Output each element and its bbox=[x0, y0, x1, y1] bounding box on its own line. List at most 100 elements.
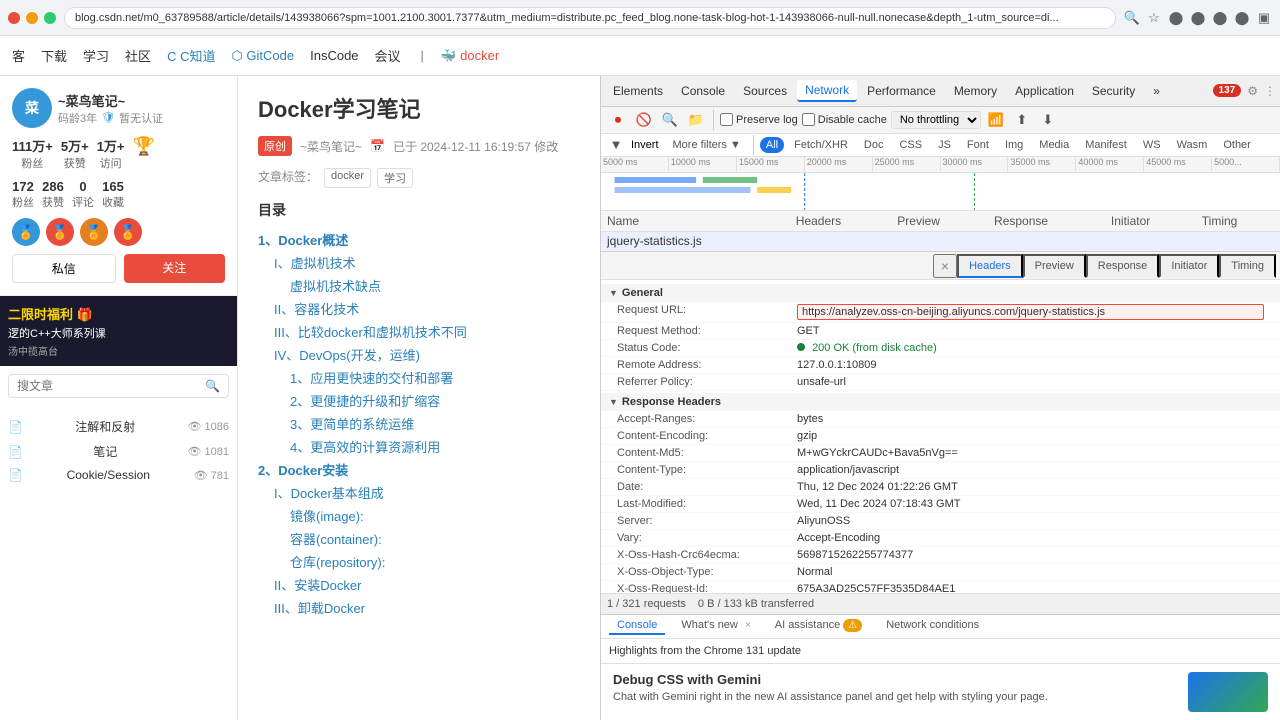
toc-item-1[interactable]: 1、Docker概述 bbox=[258, 228, 580, 251]
rh-val-9: Normal bbox=[797, 566, 1264, 578]
more-options-icon[interactable]: ⋮ bbox=[1264, 84, 1276, 98]
ext-icon-4[interactable]: ⬤ bbox=[1234, 10, 1250, 26]
filter-doc[interactable]: Doc bbox=[858, 137, 890, 153]
preserve-log-label[interactable]: Preserve log bbox=[720, 113, 798, 126]
toc-item-8[interactable]: 2、更便捷的升级和扩缩容 bbox=[258, 389, 580, 412]
rd-tab-headers[interactable]: Headers bbox=[957, 254, 1023, 278]
toc-item-3[interactable]: 虚拟机技术缺点 bbox=[258, 274, 580, 297]
toc-item-15[interactable]: 仓库(repository): bbox=[258, 550, 580, 573]
toc-item-9[interactable]: 3、更简单的系统运维 bbox=[258, 412, 580, 435]
filter-media[interactable]: Media bbox=[1033, 137, 1075, 153]
ext-icon-1[interactable]: ⬤ bbox=[1168, 10, 1184, 26]
toc-item-14[interactable]: 容器(container): bbox=[258, 527, 580, 550]
nav-item-docker[interactable]: 🐳 docker bbox=[440, 48, 499, 64]
bookmark-icon[interactable]: ☆ bbox=[1146, 10, 1162, 26]
response-headers-title[interactable]: ▼ Response Headers bbox=[601, 393, 1280, 411]
toc-item-6[interactable]: IV、DevOps(开发，运维) bbox=[258, 343, 580, 366]
stat-level: 🏆 bbox=[133, 136, 155, 171]
devtools-tab-security[interactable]: Security bbox=[1084, 81, 1143, 101]
disable-cache-label[interactable]: Disable cache bbox=[802, 113, 887, 126]
nav-item-guest[interactable]: 客 bbox=[12, 46, 25, 65]
toc-item-4[interactable]: II、容器化技术 bbox=[258, 297, 580, 320]
search-input[interactable] bbox=[17, 379, 205, 393]
toc-item-17[interactable]: III、卸载Docker bbox=[258, 596, 580, 619]
filter-ws[interactable]: WS bbox=[1137, 137, 1167, 153]
filter-img[interactable]: Img bbox=[999, 137, 1029, 153]
console-tab-whats-new[interactable]: What's new × bbox=[673, 617, 758, 635]
nav-item-cknow[interactable]: C C知道 bbox=[167, 46, 215, 65]
rd-tab-timing[interactable]: Timing bbox=[1219, 254, 1276, 278]
import-button[interactable]: 📁 bbox=[685, 109, 707, 131]
preserve-log-checkbox[interactable] bbox=[720, 113, 733, 126]
throttling-select[interactable]: No throttling bbox=[891, 111, 981, 129]
nav-item-community[interactable]: 社区 bbox=[125, 46, 151, 65]
general-section-title[interactable]: ▼ General bbox=[601, 284, 1280, 302]
close-button[interactable]: × bbox=[933, 254, 957, 278]
nav-item-gitcode[interactable]: ⬡ GitCode bbox=[231, 48, 294, 64]
more-filters-btn[interactable]: More filters ▼ bbox=[667, 137, 747, 153]
tag-docker[interactable]: docker bbox=[324, 168, 371, 188]
devtools-tab-performance[interactable]: Performance bbox=[859, 81, 944, 101]
rd-tab-preview[interactable]: Preview bbox=[1023, 254, 1086, 278]
search-icon[interactable]: 🔍 bbox=[1124, 10, 1140, 26]
devtools-tab-elements[interactable]: Elements bbox=[605, 81, 671, 101]
nav-item-learn[interactable]: 学习 bbox=[83, 46, 109, 65]
export-icon[interactable]: ⬆ bbox=[1011, 109, 1033, 131]
toc-item-11[interactable]: 2、Docker安装 bbox=[258, 458, 580, 481]
nav-item-meeting[interactable]: 会议 bbox=[375, 46, 401, 65]
filter-all[interactable]: All bbox=[760, 137, 784, 153]
disable-cache-checkbox[interactable] bbox=[802, 113, 815, 126]
console-tab-console[interactable]: Console bbox=[609, 617, 665, 635]
devtools-tab-application[interactable]: Application bbox=[1007, 81, 1082, 101]
ext-icon-2[interactable]: ⬤ bbox=[1190, 10, 1206, 26]
settings-icon[interactable]: ⚙ bbox=[1247, 84, 1258, 98]
ad-banner[interactable]: 二限时福利 🎁 逻的C++大师系列课 汤中揽高台 bbox=[0, 296, 237, 366]
devtools-tab-network[interactable]: Network bbox=[797, 80, 857, 102]
filter-other[interactable]: Other bbox=[1217, 137, 1257, 153]
filter-wasm[interactable]: Wasm bbox=[1171, 137, 1214, 153]
devtools-tab-sources[interactable]: Sources bbox=[735, 81, 795, 101]
ext-icon-3[interactable]: ⬤ bbox=[1212, 10, 1228, 26]
filter-manifest[interactable]: Manifest bbox=[1079, 137, 1133, 153]
console-tab-ai[interactable]: AI assistance ⚠ bbox=[767, 617, 870, 635]
filter-icon-button[interactable]: 🔍 bbox=[659, 109, 681, 131]
detail-val-status: 200 OK (from disk cache) bbox=[797, 342, 1264, 354]
rd-tab-initiator[interactable]: Initiator bbox=[1159, 254, 1219, 278]
browser-url[interactable]: blog.csdn.net/m0_63789588/article/detail… bbox=[64, 7, 1116, 29]
import-har-icon[interactable]: ⬇ bbox=[1037, 109, 1059, 131]
record-button[interactable]: ⏺ bbox=[607, 109, 629, 131]
recent-item-title-1[interactable]: 注解和反射 bbox=[75, 418, 135, 435]
recent-item-title-2[interactable]: 笔记 bbox=[93, 443, 117, 460]
devtools-tab-console[interactable]: Console bbox=[673, 81, 733, 101]
filter-css[interactable]: CSS bbox=[893, 137, 928, 153]
ext-icon-5[interactable]: ▣ bbox=[1256, 10, 1272, 26]
toc-item-7[interactable]: 1、应用更快速的交付和部署 bbox=[258, 366, 580, 389]
toc-item-5[interactable]: III、比较docker和虚拟机技术不同 bbox=[258, 320, 580, 343]
filter-js[interactable]: JS bbox=[932, 137, 957, 153]
nav-item-inscode[interactable]: InsCode bbox=[310, 48, 358, 63]
recent-item-title-3[interactable]: Cookie/Session bbox=[67, 468, 150, 482]
toc-item-2[interactable]: I、虚拟机技术 bbox=[258, 251, 580, 274]
toc-item-12[interactable]: I、Docker基本组成 bbox=[258, 481, 580, 504]
toc-item-16[interactable]: II、安装Docker bbox=[258, 573, 580, 596]
tick-3: 15000 ms bbox=[737, 157, 805, 172]
clear-button[interactable]: 🚫 bbox=[633, 109, 655, 131]
console-tab-network-conditions[interactable]: Network conditions bbox=[878, 617, 987, 635]
search-icon[interactable]: 🔍 bbox=[205, 379, 220, 393]
follow-button[interactable]: 关注 bbox=[124, 254, 226, 283]
filter-funnel-icon[interactable]: ▼ bbox=[605, 134, 627, 156]
filter-font[interactable]: Font bbox=[961, 137, 995, 153]
tag-learn[interactable]: 学习 bbox=[377, 168, 413, 188]
devtools-tab-more[interactable]: » bbox=[1145, 81, 1168, 101]
table-row[interactable]: jquery-statistics.js bbox=[601, 232, 1280, 251]
network-conditions-icon[interactable]: 📶 bbox=[985, 109, 1007, 131]
detail-key-url: Request URL: bbox=[617, 304, 797, 320]
filter-fetch-xhr[interactable]: Fetch/XHR bbox=[788, 137, 854, 153]
search-box[interactable]: 🔍 bbox=[8, 374, 229, 398]
toc-item-13[interactable]: 镜像(image): bbox=[258, 504, 580, 527]
nav-item-download[interactable]: 下载 bbox=[41, 46, 67, 65]
msg-button[interactable]: 私信 bbox=[12, 254, 116, 283]
devtools-tab-memory[interactable]: Memory bbox=[946, 81, 1005, 101]
rd-tab-response[interactable]: Response bbox=[1086, 254, 1160, 278]
toc-item-10[interactable]: 4、更高效的计算资源利用 bbox=[258, 435, 580, 458]
